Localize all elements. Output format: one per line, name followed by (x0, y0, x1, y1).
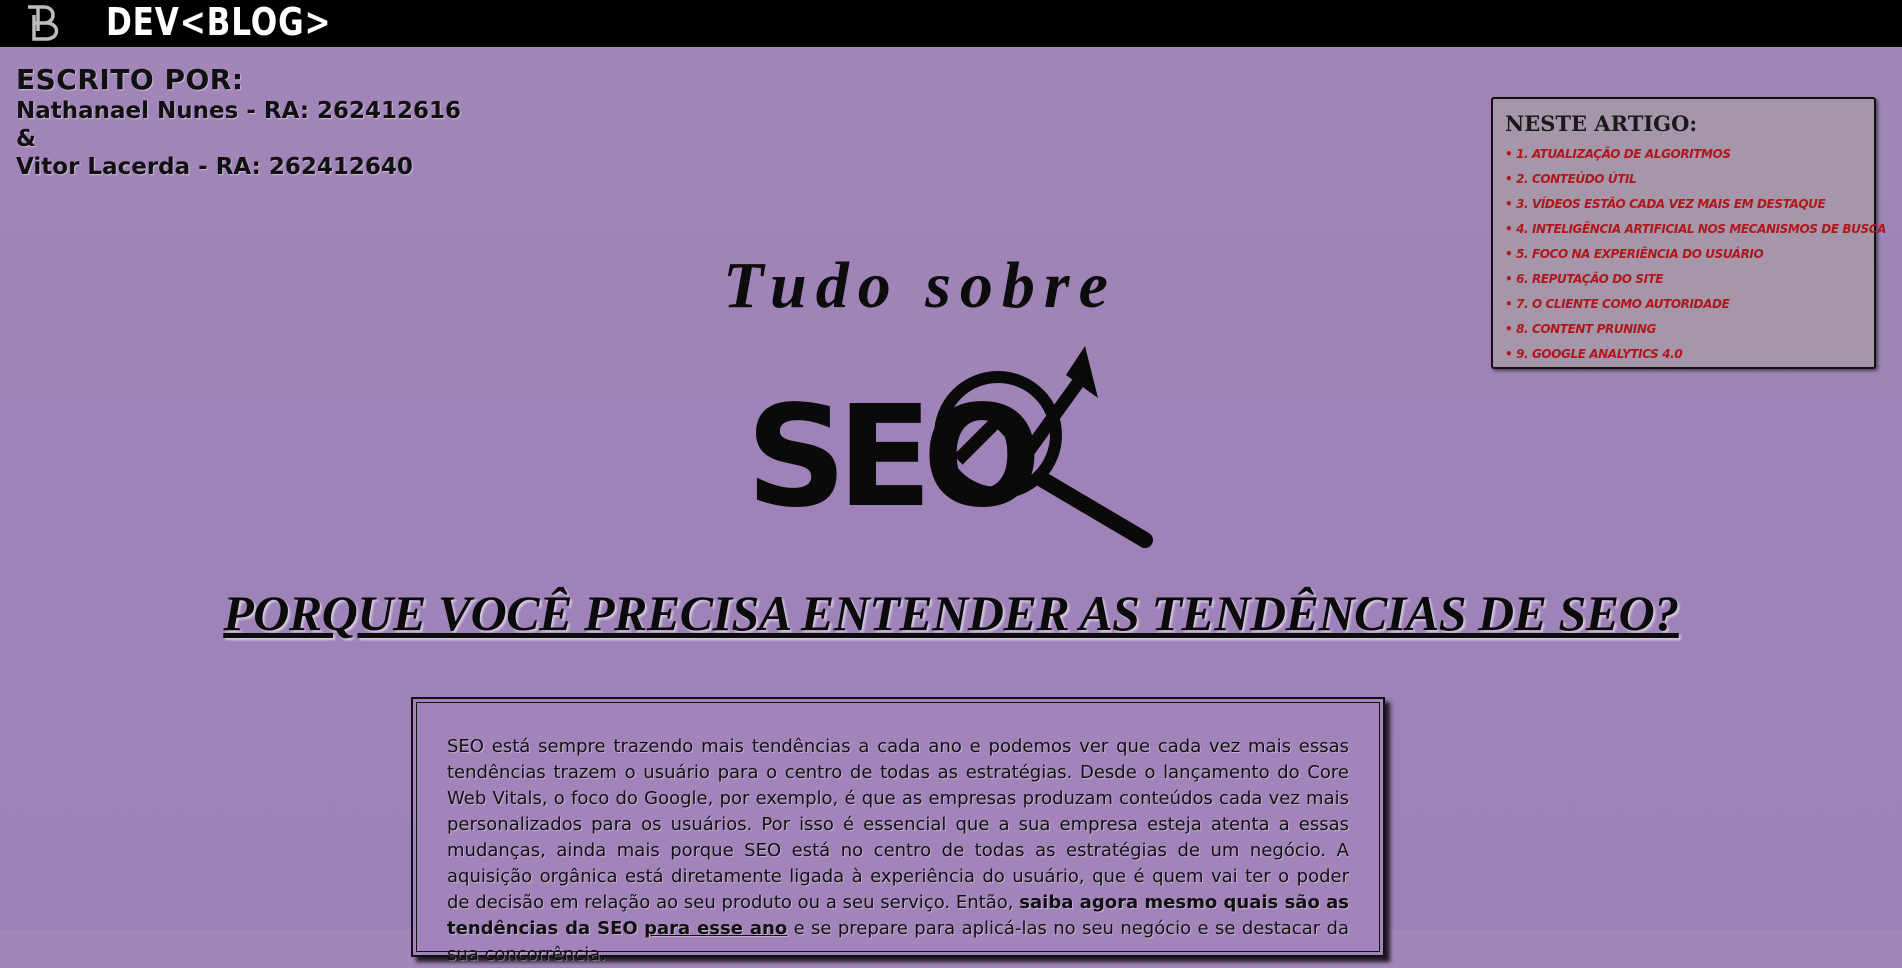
toc-link-5[interactable]: 5. FOCO NA EXPERIÊNCIA DO USUÁRIO (1505, 242, 1862, 267)
hero-title: Tudo sobre (723, 249, 1117, 322)
toc-link-6[interactable]: 6. REPUTAÇÃO DO SITE (1505, 267, 1862, 292)
seo-logo-text: SEO (746, 376, 1034, 539)
toc-link-9[interactable]: 9. GOOGLE ANALYTICS 4.0 (1505, 342, 1862, 367)
seo-logo-graphic: SEO (746, 346, 1153, 548)
article-text-before: SEO está sempre trazendo mais tendências… (447, 736, 1349, 913)
toc-link-1[interactable]: 1. ATUALIZAÇÃO DE ALGORITMOS (1505, 142, 1862, 167)
article-headline: PORQUE VOCÊ PRECISA ENTENDER AS TENDÊNCI… (223, 585, 1679, 641)
toc-link-2[interactable]: 2. CONTEÚDO ÚTIL (1505, 167, 1862, 192)
top-navbar: DEV<BLOG> (0, 0, 1902, 47)
author-2: Vitor Lacerda - RA: 262412640 (16, 154, 413, 180)
authors-heading: ESCRITO POR: (16, 63, 244, 96)
toc-link-7[interactable]: 7. O CLIENTE COMO AUTORIDADE (1505, 292, 1862, 317)
article-body: SEO está sempre trazendo mais tendências… (411, 697, 1385, 965)
authors-separator: & (16, 126, 37, 152)
table-of-contents: NESTE ARTIGO: 1. ATUALIZAÇÃO DE ALGORITM… (1491, 97, 1886, 369)
toc-link-3[interactable]: 3. VÍDEOS ESTÃO CADA VEZ MAIS EM DESTAQU… (1505, 192, 1862, 217)
author-1: Nathanael Nunes - RA: 262412616 (16, 98, 462, 124)
article-highlight-underlined: para esse ano (644, 918, 788, 939)
article-paragraph: SEO está sempre trazendo mais tendências… (447, 734, 1349, 968)
toc-title: NESTE ARTIGO: (1505, 111, 1698, 136)
authors-block: ESCRITO POR: Nathanael Nunes - RA: 26241… (16, 63, 461, 181)
db-monogram-icon[interactable] (24, 3, 68, 43)
toc-link-4[interactable]: 4. INTELIGÊNCIA ARTIFICIAL NOS MECANISMO… (1505, 217, 1886, 242)
toc-link-8[interactable]: 8. CONTENT PRUNING (1505, 317, 1862, 342)
brand-logo-text[interactable]: DEV<BLOG> (106, 2, 331, 42)
